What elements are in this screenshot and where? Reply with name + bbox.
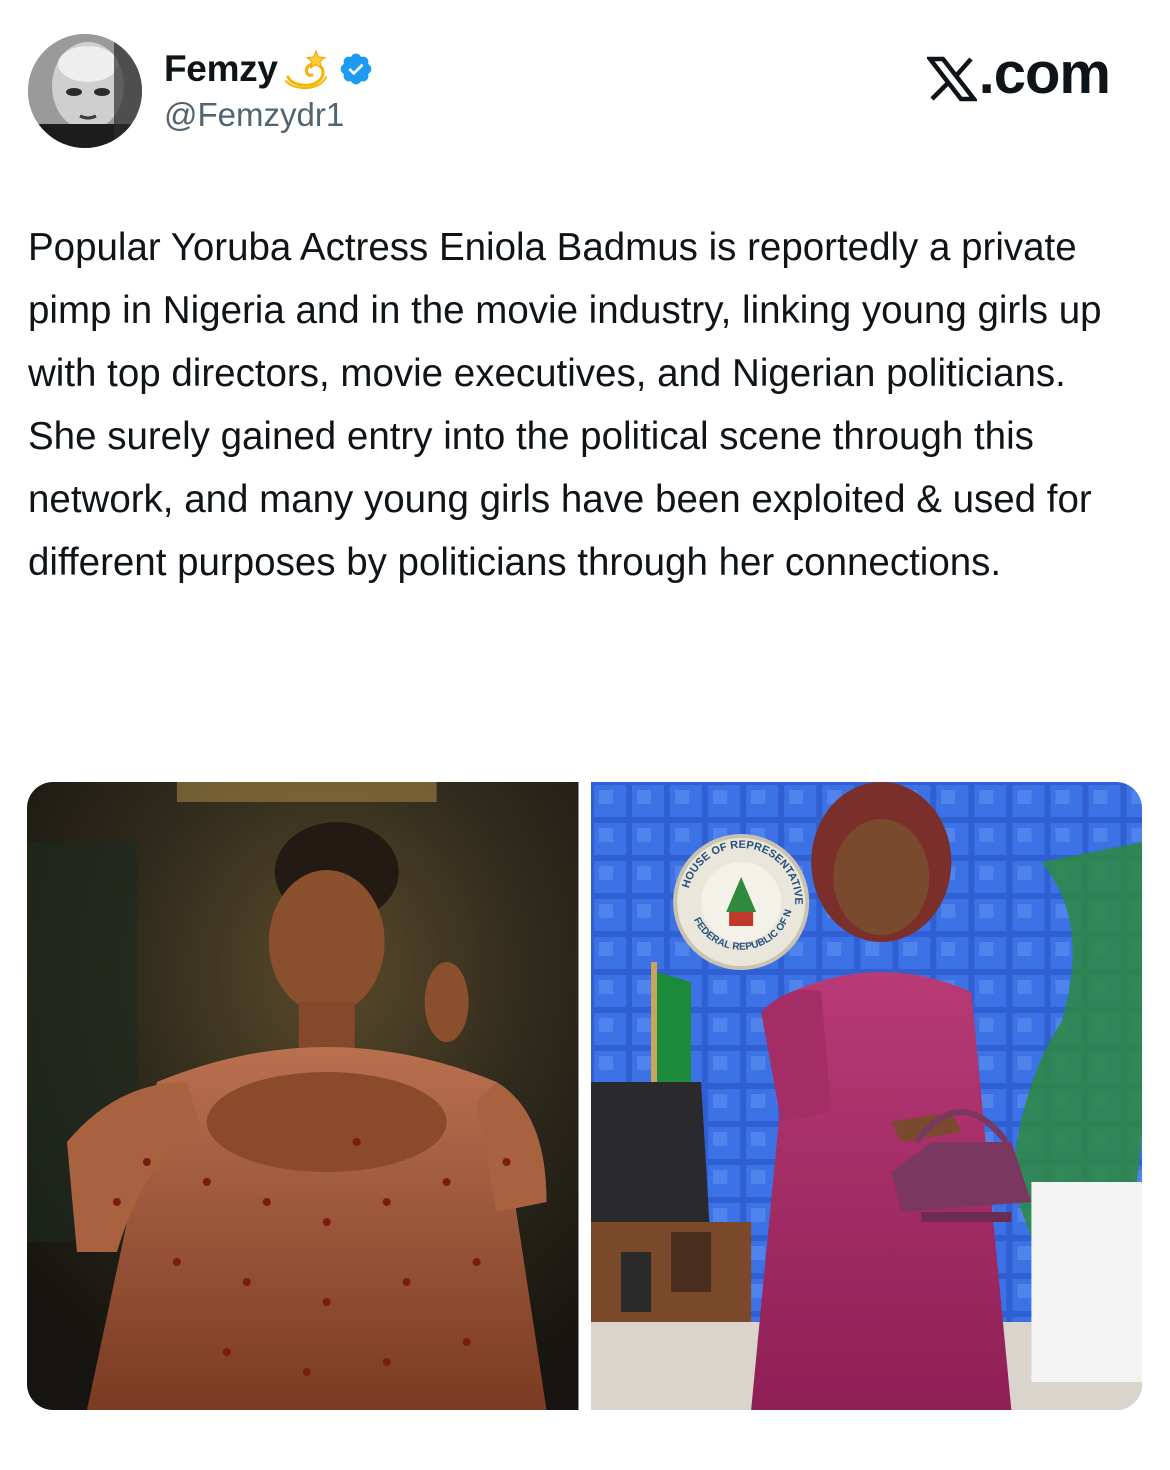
avatar-image	[28, 34, 142, 148]
handle[interactable]: @Femzydr1	[164, 96, 374, 134]
media-photo-right[interactable]: HOUSE OF REPRESENTATIVES FEDERAL REPUBLI…	[590, 782, 1142, 1410]
display-name[interactable]: Femzy	[164, 48, 278, 90]
photo-beaded-gown	[27, 782, 579, 1410]
brand-label: .com	[978, 41, 1111, 106]
media-grid: HOUSE OF REPRESENTATIVES FEDERAL REPUBLI…	[27, 782, 1142, 1410]
x-logo-icon	[925, 50, 979, 101]
name-row: Femzy	[164, 44, 374, 94]
verified-badge-icon[interactable]	[338, 51, 374, 87]
dizzy-icon	[282, 47, 330, 91]
photo-office-portrait: HOUSE OF REPRESENTATIVES FEDERAL REPUBLI…	[590, 782, 1142, 1410]
media-photo-left[interactable]	[27, 782, 579, 1410]
tweet-text: Popular Yoruba Actress Eniola Badmus is …	[28, 226, 1102, 584]
tweet-header: Femzy @Femzydr1 .com	[28, 34, 1142, 154]
avatar[interactable]	[28, 34, 142, 148]
author-block: Femzy @Femzydr1	[164, 44, 374, 134]
brand-watermark: .com	[925, 40, 1111, 107]
